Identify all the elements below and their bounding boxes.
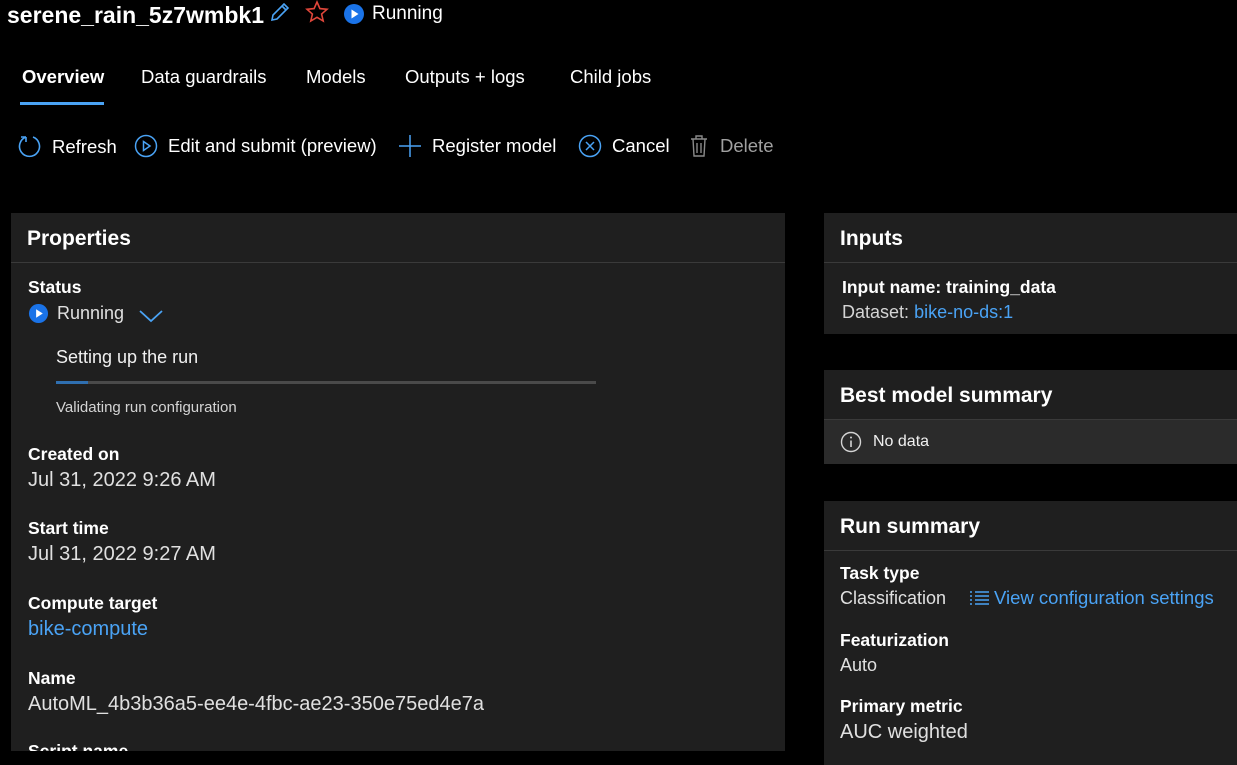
task-type-label: Task type	[840, 563, 920, 583]
cancel-circle-icon	[578, 134, 602, 158]
refresh-icon	[18, 136, 41, 158]
list-icon	[970, 591, 989, 605]
start-time-label: Start time	[28, 518, 109, 538]
compute-target-label: Compute target	[28, 593, 158, 613]
refresh-button[interactable]: Refresh	[18, 134, 117, 160]
dataset-row: Dataset: bike-no-ds:1	[842, 302, 1013, 323]
tab-data-guardrails[interactable]: Data guardrails	[141, 66, 266, 88]
name-value: AutoML_4b3b36a5-ee4e-4fbc-ae23-350e75ed4…	[28, 693, 484, 715]
step-title: Setting up the run	[56, 347, 199, 367]
running-icon	[28, 303, 49, 324]
created-label: Created on	[28, 444, 120, 464]
script-name-label: Script name	[28, 741, 129, 751]
dataset-prefix: Dataset:	[842, 302, 910, 322]
play-circle-icon	[134, 134, 158, 158]
status-expand-button[interactable]	[138, 308, 164, 329]
register-model-button[interactable]: Register model	[398, 134, 556, 158]
refresh-label: Refresh	[52, 136, 117, 157]
pencil-icon	[270, 2, 290, 22]
favorite-button[interactable]	[305, 0, 329, 29]
status-text: Running	[57, 303, 125, 323]
plus-icon	[399, 135, 421, 157]
no-data-bar: No data	[824, 420, 1237, 464]
start-time-value: Jul 31, 2022 9:27 AM	[28, 543, 216, 565]
compute-target-link[interactable]: bike-compute	[28, 618, 148, 641]
run-summary-title: Run summary	[824, 501, 1237, 551]
edit-submit-label: Edit and submit (preview)	[168, 135, 377, 156]
inputs-title: Inputs	[824, 213, 1237, 263]
edit-submit-button[interactable]: Edit and submit (preview)	[134, 134, 377, 158]
no-data-text: No data	[873, 433, 930, 450]
register-model-label: Register model	[432, 135, 557, 156]
primary-metric-value: AUC weighted	[840, 721, 968, 743]
input-name: Input name: training_data	[842, 277, 1056, 297]
featurization-label: Featurization	[840, 630, 949, 650]
status-label: Status	[28, 277, 82, 297]
cancel-label: Cancel	[612, 135, 670, 156]
delete-label: Delete	[720, 135, 774, 156]
chevron-down-icon	[139, 310, 163, 323]
running-icon	[344, 4, 364, 24]
created-value: Jul 31, 2022 9:26 AM	[28, 469, 216, 491]
properties-title: Properties	[11, 213, 785, 263]
active-tab-underline	[20, 102, 104, 105]
properties-panel: Properties Status Running Setting up the…	[11, 213, 785, 751]
task-type-value: Classification	[840, 588, 947, 608]
primary-metric-label: Primary metric	[840, 696, 963, 716]
inputs-panel: Inputs Input name: training_data Dataset…	[824, 213, 1237, 334]
featurization-value: Auto	[840, 655, 878, 675]
status-value: Running	[28, 303, 124, 324]
dataset-link[interactable]: bike-no-ds:1	[914, 302, 1013, 322]
view-config-label: View configuration settings	[994, 587, 1214, 608]
header-status-text: Running	[372, 3, 443, 24]
progress-fill	[56, 381, 88, 384]
view-config-link[interactable]: View configuration settings	[969, 587, 1214, 609]
best-model-title: Best model summary	[824, 370, 1237, 420]
tab-outputs-logs[interactable]: Outputs + logs	[405, 66, 525, 88]
tab-overview[interactable]: Overview	[22, 66, 104, 88]
step-detail: Validating run configuration	[56, 399, 237, 416]
page-title: serene_rain_5z7wmbk1	[7, 2, 264, 28]
tab-models[interactable]: Models	[306, 66, 366, 88]
header-status-badge: Running	[343, 3, 443, 25]
name-label: Name	[28, 668, 76, 688]
delete-button[interactable]: Delete	[688, 134, 773, 158]
run-summary-panel: Run summary Task type Classification Vie…	[824, 501, 1237, 765]
star-icon	[305, 0, 329, 23]
progress-track	[56, 381, 596, 384]
trash-icon	[691, 135, 707, 157]
info-icon	[840, 431, 862, 453]
tab-child-jobs[interactable]: Child jobs	[570, 66, 651, 88]
best-model-panel: Best model summary No data	[824, 370, 1237, 464]
cancel-button[interactable]: Cancel	[578, 134, 670, 158]
edit-name-button[interactable]	[268, 0, 292, 29]
